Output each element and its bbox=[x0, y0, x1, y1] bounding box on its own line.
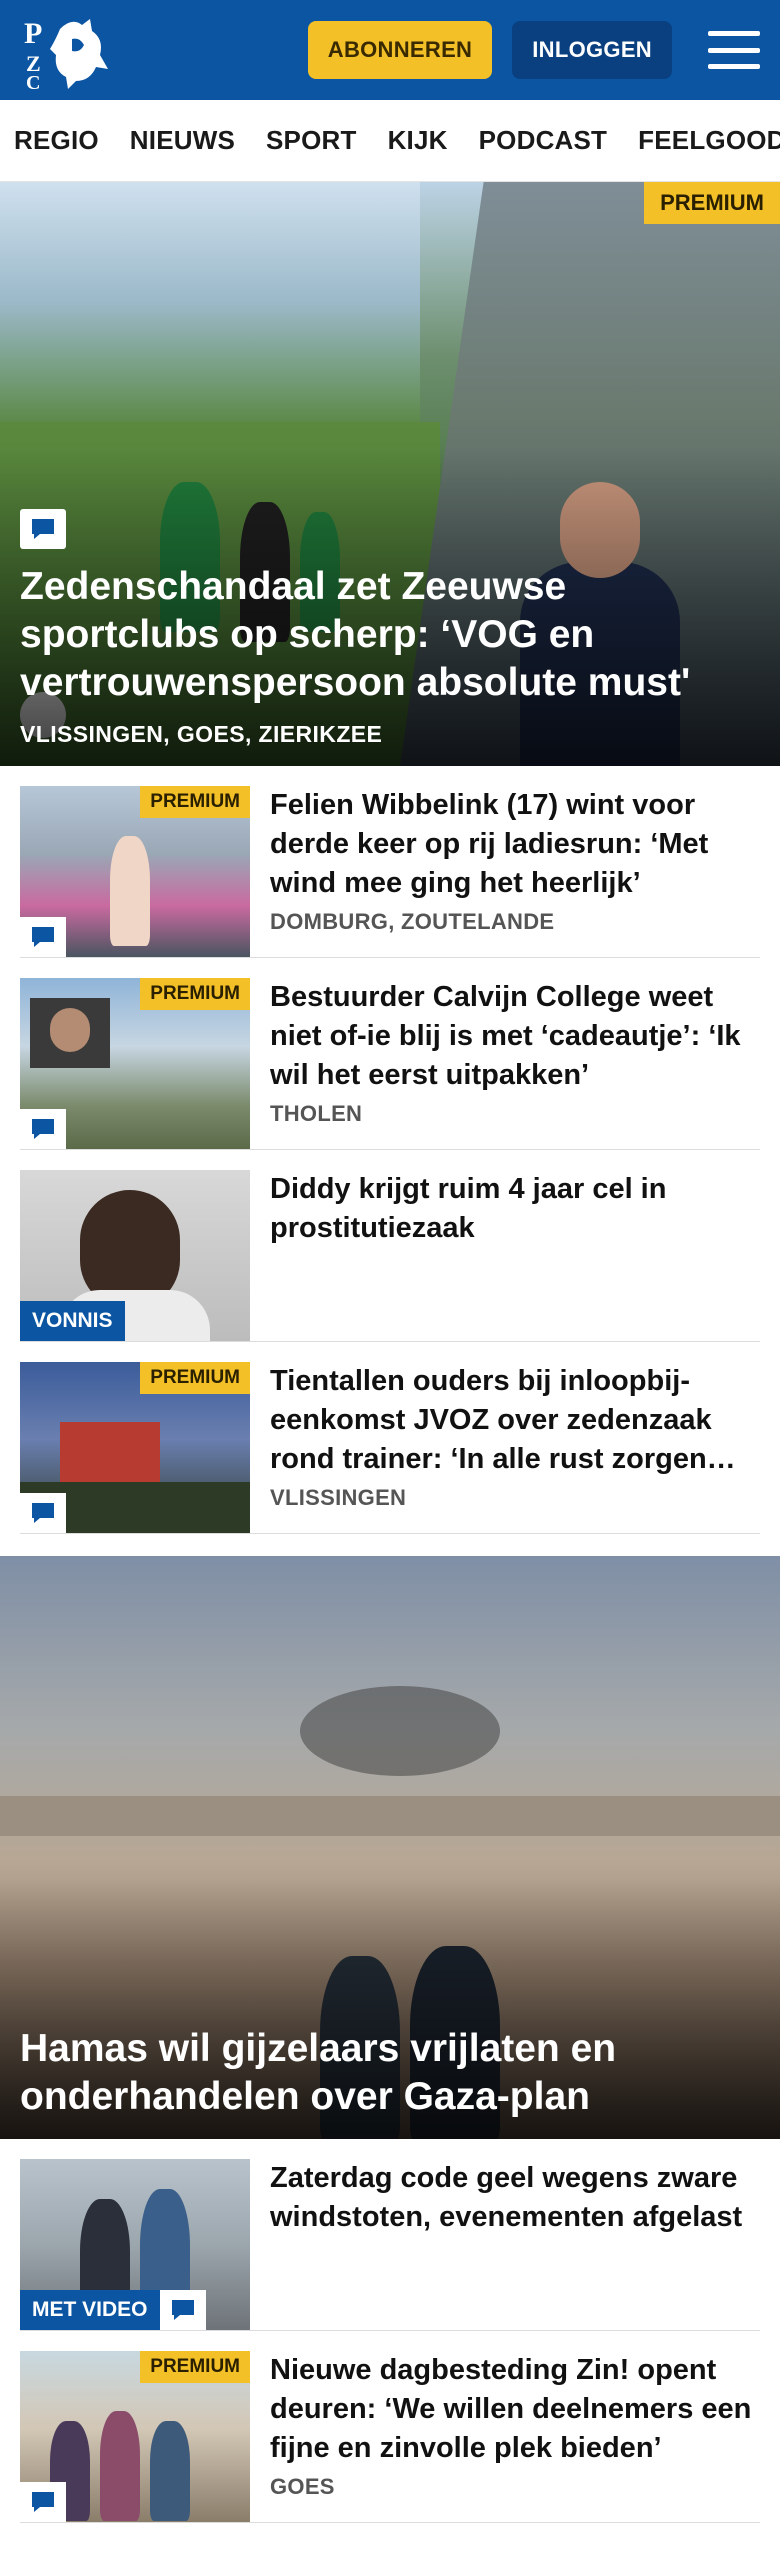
article-location: DOMBURG, ZOUTELANDE bbox=[270, 909, 555, 934]
article-location: THOLEN bbox=[270, 1101, 363, 1126]
hero-location: VLISSINGEN, GOES, ZIERIKZEE bbox=[20, 721, 383, 747]
video-label: MET VIDEO bbox=[20, 2290, 160, 2330]
nav-item-regio[interactable]: REGIO bbox=[14, 125, 99, 156]
article-headline[interactable]: Zaterdag code geel wegens zware windstot… bbox=[270, 2159, 760, 2237]
nav-item-podcast[interactable]: PODCAST bbox=[479, 125, 608, 156]
hero-article-1[interactable]: PREMIUM Zedenschandaal zet Zeeuwse sport… bbox=[0, 182, 780, 766]
section-nav: REGIO NIEUWS SPORT KIJK PODCAST FEELGOOD… bbox=[0, 100, 780, 182]
article-text: Nieuwe dagbesteding Zin! opent deuren: ‘… bbox=[250, 2351, 760, 2502]
article-row[interactable]: PREMIUM Felien Wibbelink (17) wint voor … bbox=[20, 766, 760, 958]
article-text: Tientallen ouders bij inloopbij-eenkomst… bbox=[250, 1362, 760, 1513]
hero-image-horizon bbox=[0, 1796, 780, 1836]
article-thumbnail: MET VIDEO bbox=[20, 2159, 250, 2330]
nav-item-sport[interactable]: SPORT bbox=[266, 125, 357, 156]
hero-text: Hamas wil gijzelaars vrijlaten en onderh… bbox=[20, 2025, 760, 2121]
article-thumbnail: PREMIUM bbox=[20, 786, 250, 957]
nav-item-kijk[interactable]: KIJK bbox=[388, 125, 448, 156]
header-actions: ABONNEREN INLOGGEN bbox=[307, 21, 760, 79]
article-thumbnail: PREMIUM bbox=[20, 978, 250, 1149]
pzc-logo[interactable]: P Z C bbox=[20, 9, 112, 91]
hero-image-smoke bbox=[300, 1686, 500, 1776]
article-list-1: PREMIUM Felien Wibbelink (17) wint voor … bbox=[0, 766, 780, 1534]
category-label: VONNIS bbox=[20, 1301, 125, 1341]
article-thumbnail: PREMIUM bbox=[20, 2351, 250, 2522]
article-location: VLISSINGEN bbox=[270, 1485, 407, 1510]
article-row[interactable]: PREMIUM Tientallen ouders bij inloopbij-… bbox=[20, 1342, 760, 1534]
premium-badge: PREMIUM bbox=[140, 978, 250, 1010]
login-button[interactable]: INLOGGEN bbox=[512, 21, 672, 79]
article-location: GOES bbox=[270, 2474, 335, 2499]
premium-badge: PREMIUM bbox=[140, 2351, 250, 2383]
hero-headline[interactable]: Zedenschandaal zet Zeeuwse sportclubs op… bbox=[20, 563, 760, 707]
premium-badge: PREMIUM bbox=[140, 1362, 250, 1394]
article-headline[interactable]: Diddy krijgt ruim 4 jaar cel in prostitu… bbox=[270, 1170, 760, 1248]
comment-icon bbox=[20, 1109, 66, 1149]
article-text: Bestuurder Calvijn College weet niet of-… bbox=[250, 978, 760, 1129]
article-row[interactable]: MET VIDEO Zaterdag code geel wegens zwar… bbox=[20, 2139, 760, 2331]
hero-text: Zedenschandaal zet Zeeuwse sportclubs op… bbox=[20, 509, 760, 748]
article-headline[interactable]: Tientallen ouders bij inloopbij-eenkomst… bbox=[270, 1362, 760, 1479]
svg-text:P: P bbox=[24, 17, 42, 50]
article-thumbnail: PREMIUM bbox=[20, 1362, 250, 1533]
comment-icon bbox=[20, 1493, 66, 1533]
comment-icon bbox=[20, 509, 66, 549]
article-text: Felien Wibbelink (17) wint voor derde ke… bbox=[250, 786, 760, 937]
hero-headline[interactable]: Hamas wil gijzelaars vrijlaten en onderh… bbox=[20, 2025, 760, 2121]
svg-text:C: C bbox=[26, 72, 40, 91]
article-list-2: MET VIDEO Zaterdag code geel wegens zwar… bbox=[0, 2139, 780, 2523]
article-headline[interactable]: Felien Wibbelink (17) wint voor derde ke… bbox=[270, 786, 760, 903]
article-text: Diddy krijgt ruim 4 jaar cel in prostitu… bbox=[250, 1170, 760, 1321]
premium-badge: PREMIUM bbox=[644, 182, 780, 224]
article-row[interactable]: PREMIUM Bestuurder Calvijn College weet … bbox=[20, 958, 760, 1150]
nav-item-feelgood[interactable]: FEELGOOD bbox=[638, 125, 780, 156]
article-row[interactable]: PREMIUM Nieuwe dagbesteding Zin! opent d… bbox=[20, 2331, 760, 2523]
comment-icon bbox=[20, 2482, 66, 2522]
article-thumbnail: VONNIS bbox=[20, 1170, 250, 1341]
nav-item-nieuws[interactable]: NIEUWS bbox=[130, 125, 235, 156]
article-row[interactable]: VONNIS Diddy krijgt ruim 4 jaar cel in p… bbox=[20, 1150, 760, 1342]
article-text: Zaterdag code geel wegens zware windstot… bbox=[250, 2159, 760, 2310]
hero-image-sky bbox=[0, 182, 420, 422]
hero-article-2[interactable]: Hamas wil gijzelaars vrijlaten en onderh… bbox=[0, 1556, 780, 2139]
article-headline[interactable]: Nieuwe dagbesteding Zin! opent deuren: ‘… bbox=[270, 2351, 760, 2468]
hamburger-menu-icon[interactable] bbox=[708, 27, 760, 73]
subscribe-button[interactable]: ABONNEREN bbox=[307, 21, 493, 79]
top-header: P Z C ABONNEREN INLOGGEN bbox=[0, 0, 780, 100]
logo-icon: P Z C bbox=[24, 17, 108, 91]
article-headline[interactable]: Bestuurder Calvijn College weet niet of-… bbox=[270, 978, 760, 1095]
comment-icon bbox=[20, 917, 66, 957]
premium-badge: PREMIUM bbox=[140, 786, 250, 818]
comment-icon bbox=[160, 2290, 206, 2330]
